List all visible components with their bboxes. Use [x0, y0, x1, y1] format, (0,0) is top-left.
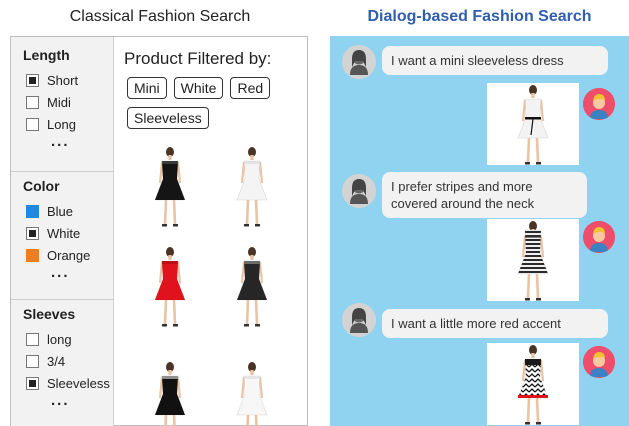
filter-option-label: Long [47, 116, 76, 132]
filter-tag[interactable]: Red [230, 77, 271, 99]
checkbox-checked-icon[interactable] [26, 226, 39, 240]
product-thumbnail[interactable] [146, 245, 194, 327]
classical-search-panel: Length Short Midi Long ... Color Blue Wh… [10, 36, 308, 426]
filter-option-three-quarter[interactable]: 3/4 [11, 350, 114, 372]
agent-avatar-icon [583, 88, 615, 120]
product-thumbnail[interactable] [228, 145, 276, 227]
user-message-bubble: I want a little more red accent [382, 309, 608, 338]
checkbox-icon[interactable] [26, 332, 39, 346]
dress-result-image[interactable] [487, 83, 579, 165]
filter-tag[interactable]: Sleeveless [127, 107, 209, 129]
more-options-ellipsis[interactable]: ... [11, 265, 114, 284]
dress-result-image[interactable] [487, 343, 579, 425]
user-avatar-icon [342, 45, 376, 79]
agent-avatar-icon [583, 346, 615, 378]
filter-option-label: long [47, 331, 72, 347]
more-options-ellipsis[interactable]: ... [11, 393, 114, 412]
filter-option-white[interactable]: White [11, 222, 114, 244]
filter-option-long-sleeve[interactable]: long [11, 328, 114, 350]
filter-heading: Length [23, 47, 70, 63]
filter-option-label: Orange [47, 247, 91, 263]
sleeves-filter: Sleeves long 3/4 Sleeveless ... [11, 299, 114, 412]
filter-option-label: 3/4 [47, 353, 66, 369]
orange-swatch-icon[interactable] [26, 248, 39, 262]
checkbox-checked-icon[interactable] [26, 73, 39, 87]
filter-heading: Color [23, 178, 60, 194]
product-filter-heading: Product Filtered by: [124, 49, 272, 68]
color-filter: Color Blue White Orange ... [11, 171, 114, 284]
product-thumbnail[interactable] [228, 245, 276, 327]
filter-option-orange[interactable]: Orange [11, 244, 114, 266]
filter-option-sleeveless[interactable]: Sleeveless [11, 372, 114, 394]
filter-option-label: Midi [47, 94, 71, 110]
filter-option-label: Sleeveless [47, 375, 110, 391]
dialog-search-title: Dialog-based Fashion Search [367, 8, 592, 25]
dress-result-image[interactable] [487, 219, 579, 301]
checkbox-icon[interactable] [26, 95, 39, 109]
blue-swatch-icon[interactable] [26, 204, 39, 218]
filter-option-long[interactable]: Long [11, 113, 114, 135]
filter-tag[interactable]: Mini [127, 77, 167, 99]
agent-avatar-icon [583, 221, 615, 253]
product-grid [146, 145, 276, 426]
classical-search-title: Classical Fashion Search [69, 8, 251, 25]
user-message-bubble: I want a mini sleeveless dress [382, 46, 608, 75]
filter-tag[interactable]: White [173, 77, 224, 99]
product-thumbnail[interactable] [146, 360, 194, 426]
filter-option-label: Short [47, 72, 79, 88]
filter-option-short[interactable]: Short [11, 69, 114, 91]
filter-sidebar: Length Short Midi Long ... Color Blue Wh… [11, 37, 114, 426]
checkbox-icon[interactable] [26, 117, 39, 131]
filter-option-label: Blue [47, 203, 74, 219]
filter-tag-list: Mini White Red Sleeveless [127, 77, 302, 129]
user-avatar-icon [342, 303, 376, 337]
user-message-bubble: I prefer stripes and more covered around… [382, 172, 587, 218]
filter-option-label: White [47, 225, 81, 241]
filter-option-midi[interactable]: Midi [11, 91, 114, 113]
more-options-ellipsis[interactable]: ... [11, 134, 114, 153]
product-thumbnail[interactable] [228, 360, 276, 426]
checkbox-checked-icon[interactable] [26, 376, 39, 390]
product-thumbnail[interactable] [146, 145, 194, 227]
user-avatar-icon [342, 174, 376, 208]
checkbox-icon[interactable] [26, 354, 39, 368]
dialog-search-panel: I want a mini sleeveless dress I prefer … [330, 36, 629, 426]
length-filter: Length Short Midi Long ... [11, 47, 114, 153]
filter-heading: Sleeves [23, 306, 76, 322]
filter-option-blue[interactable]: Blue [11, 200, 114, 222]
